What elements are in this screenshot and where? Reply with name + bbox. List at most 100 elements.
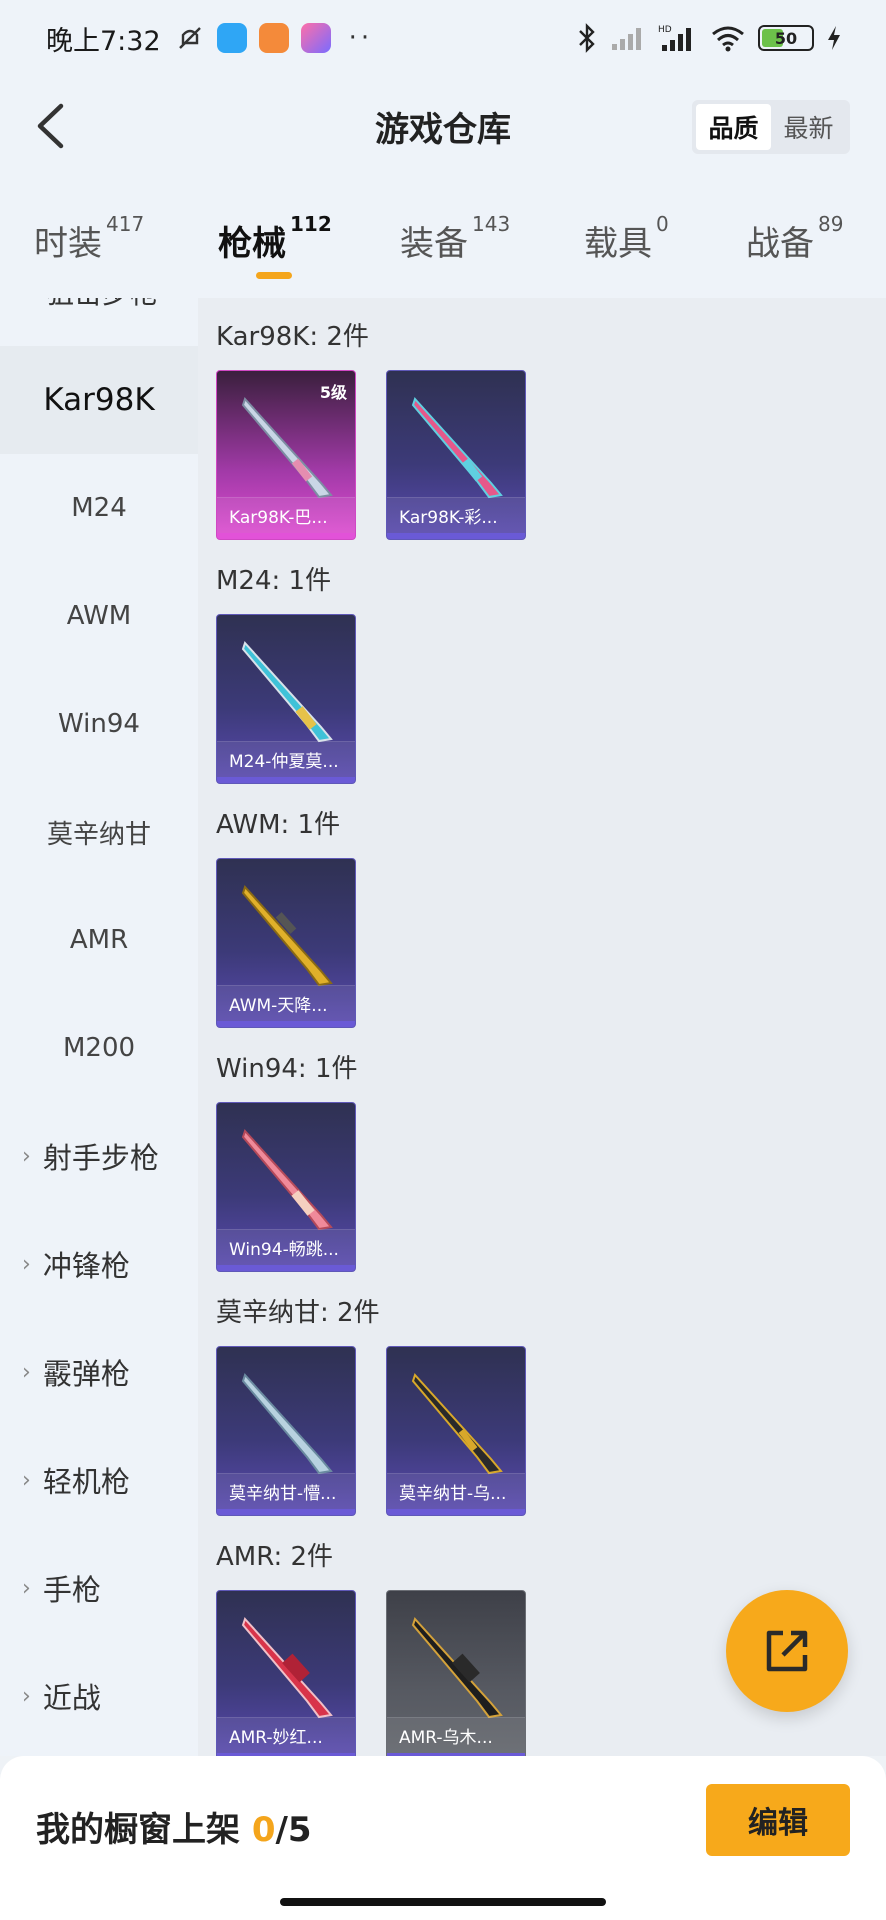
- sidebar-group-label: 手枪: [42, 1573, 101, 1607]
- sidebar-group-label: 霰弹枪: [42, 1357, 130, 1391]
- tab-label: 战备: [746, 224, 814, 264]
- chevron-right-icon: ›: [22, 1575, 31, 1601]
- signal-icon-1: [612, 28, 641, 50]
- status-bar: 晚上7:32 ·· HD 50: [0, 0, 886, 76]
- mute-icon: [178, 27, 201, 49]
- item-level: 5级: [319, 383, 347, 402]
- rifle-icon: [411, 1617, 503, 1719]
- rifle-icon: [241, 885, 333, 987]
- battery-icon: 50: [758, 25, 814, 51]
- tab-label: 载具: [584, 224, 652, 264]
- sidebar-group-label: 近战: [42, 1681, 101, 1715]
- sidebar-group-shotgun[interactable]: › 霰弹枪: [0, 1318, 198, 1426]
- item-card[interactable]: 5级 Kar98K-巴...: [216, 370, 356, 540]
- showcase-label: 我的橱窗上架: [36, 1810, 240, 1850]
- item-grid: Kar98K: 2件 5级 Kar98K-巴... Kar98K-彩... M2…: [198, 298, 886, 1756]
- sort-toggle: 品质 最新: [692, 100, 850, 154]
- sidebar-group-lmg[interactable]: › 轻机枪: [0, 1426, 198, 1534]
- sort-newest-button[interactable]: 最新: [771, 104, 846, 150]
- item-name: AMR-乌木...: [387, 1717, 525, 1753]
- sidebar-item-m200[interactable]: M200: [0, 994, 198, 1102]
- rarity-bar: [387, 1509, 525, 1515]
- share-button[interactable]: [726, 1590, 848, 1712]
- item-name: Kar98K-巴...: [217, 497, 355, 533]
- item-card[interactable]: AMR-妙红...: [216, 1590, 356, 1756]
- tab-vehicles[interactable]: 载具 0: [584, 212, 669, 265]
- item-name: 莫辛纳甘-懵...: [217, 1473, 355, 1509]
- sidebar-group-smg[interactable]: › 冲锋枪: [0, 1210, 198, 1318]
- item-card[interactable]: M24-仲夏莫...: [216, 614, 356, 784]
- more-notifications-icon: ··: [348, 23, 374, 53]
- showcase-total-count: /5: [275, 1810, 312, 1850]
- tab-count: 89: [818, 212, 844, 236]
- system-icons: HD 50: [576, 22, 842, 54]
- chevron-right-icon: ›: [22, 1683, 31, 1709]
- app-icon-game: [300, 23, 331, 53]
- item-name: AWM-天降...: [217, 985, 355, 1021]
- sidebar-group-pistol[interactable]: › 手枪: [0, 1534, 198, 1642]
- tab-count: 143: [472, 212, 511, 236]
- sidebar-group-label: 射手步枪: [42, 1141, 159, 1175]
- svg-text:HD: HD: [658, 25, 672, 35]
- item-name: AMR-妙红...: [217, 1717, 355, 1753]
- header: 游戏仓库 品质 最新: [0, 76, 886, 176]
- section-title-mosin: 莫辛纳甘: 2件: [216, 1298, 380, 1328]
- rifle-icon: [411, 397, 503, 499]
- item-card[interactable]: AMR-乌木...: [386, 1590, 526, 1756]
- sidebar-item-amr[interactable]: AMR: [0, 886, 198, 994]
- section-title-m24: M24: 1件: [216, 566, 332, 596]
- sidebar-group-marksman[interactable]: › 射手步枪: [0, 1102, 198, 1210]
- notification-icons: ··: [175, 23, 374, 53]
- tab-fashion[interactable]: 时装 417: [34, 212, 144, 265]
- bluetooth-icon: [579, 23, 595, 53]
- rifle-icon: [411, 1373, 503, 1475]
- tab-count: 0: [656, 212, 669, 236]
- tab-supplies[interactable]: 战备 89: [746, 212, 843, 265]
- bottom-bar: 我的橱窗上架 0/5 编辑: [0, 1756, 886, 1920]
- sidebar-item-awm[interactable]: AWM: [0, 562, 198, 670]
- tab-label: 枪械: [218, 224, 286, 264]
- chevron-right-icon: ›: [22, 1251, 31, 1277]
- sort-quality-button[interactable]: 品质: [696, 104, 771, 150]
- share-icon: [766, 1630, 808, 1672]
- app-icon-orange: [258, 23, 289, 53]
- tab-label: 装备: [400, 224, 468, 264]
- item-card[interactable]: AWM-天降...: [216, 858, 356, 1028]
- rarity-bar: [217, 777, 355, 783]
- rifle-icon: [241, 1373, 333, 1475]
- item-card[interactable]: 莫辛纳甘-乌...: [386, 1346, 526, 1516]
- section-title-win94: Win94: 1件: [216, 1054, 358, 1084]
- status-time: 晚上7:32: [46, 25, 161, 57]
- rifle-icon: [241, 641, 333, 743]
- app-icon-blue: [216, 23, 247, 53]
- tab-label: 时装: [34, 224, 102, 264]
- tab-equipment[interactable]: 装备 143: [400, 212, 510, 265]
- sidebar-group-label: 轻机枪: [42, 1465, 130, 1499]
- sidebar-group-label: 冲锋枪: [42, 1249, 130, 1283]
- sidebar-item-mosin[interactable]: 莫辛纳甘: [0, 778, 198, 886]
- item-card[interactable]: Kar98K-彩...: [386, 370, 526, 540]
- rifle-icon: [241, 397, 333, 499]
- sidebar-item-kar98k[interactable]: Kar98K: [0, 346, 198, 454]
- item-card[interactable]: 莫辛纳甘-懵...: [216, 1346, 356, 1516]
- item-card[interactable]: Win94-畅跳...: [216, 1102, 356, 1272]
- item-name: Win94-畅跳...: [217, 1229, 355, 1265]
- chevron-right-icon: ›: [22, 1467, 31, 1493]
- rifle-icon: [241, 1617, 333, 1719]
- chevron-right-icon: ›: [22, 1143, 31, 1169]
- battery-level: 50: [774, 28, 798, 48]
- tab-guns[interactable]: 枪械 112: [218, 212, 332, 265]
- sidebar-item-m24[interactable]: M24: [0, 454, 198, 562]
- section-title-kar98k: Kar98K: 2件: [216, 322, 369, 352]
- edit-button[interactable]: 编辑: [706, 1784, 850, 1856]
- item-name: Kar98K-彩...: [387, 497, 525, 533]
- charging-icon: [828, 26, 840, 50]
- signal-icon-2: HD: [658, 25, 691, 51]
- rarity-bar: [217, 1021, 355, 1027]
- home-indicator[interactable]: [280, 1898, 606, 1906]
- sidebar-group-melee[interactable]: › 近战: [0, 1642, 198, 1750]
- rarity-bar: [217, 1265, 355, 1271]
- sidebar-item-sniper-rifle[interactable]: 狙击步枪: [46, 298, 158, 312]
- chevron-right-icon: ›: [22, 1359, 31, 1385]
- sidebar-item-win94[interactable]: Win94: [0, 670, 198, 778]
